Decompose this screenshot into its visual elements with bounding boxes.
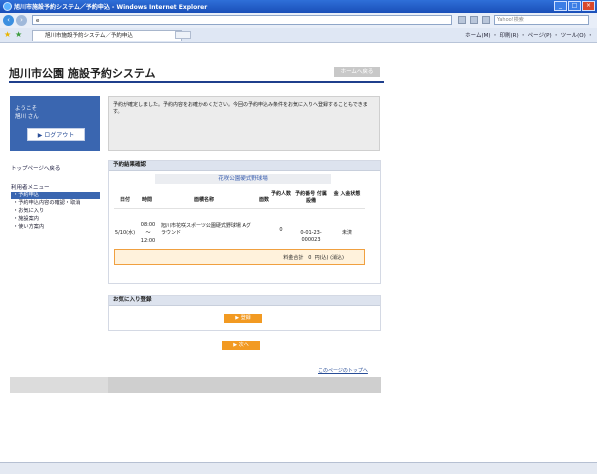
user-name: 旭川 さん bbox=[15, 114, 39, 120]
top-page-link[interactable]: トップページへ戻る bbox=[11, 164, 60, 172]
register-favorite-button[interactable]: ▶ 登録 bbox=[224, 314, 262, 323]
browser-title-bar: 旭川市施設予約システム／予約申込 - Windows Internet Expl… bbox=[0, 0, 597, 13]
logout-button[interactable]: ▶ ログアウト bbox=[27, 128, 85, 141]
col-time: 時間 bbox=[141, 197, 152, 203]
tab-bar: ★ ★ 旭川市施設予約システム／予約申込 ホーム(M) ・ 印刷(R) ・ ペー… bbox=[0, 28, 597, 43]
total-box: 料金合計 0 円(込) (消込) bbox=[114, 249, 365, 265]
total-label: 料金合計 bbox=[283, 255, 304, 261]
col-date: 日付 bbox=[119, 197, 130, 203]
page-content: 旭川市公園 施設予約システム ホームへ戻る ようこそ 旭川 さん ▶ ログアウト… bbox=[0, 43, 597, 462]
sidebar-item-favorites[interactable]: ・お気に入り bbox=[11, 208, 100, 215]
col-status: 金 入金状態 bbox=[333, 191, 361, 197]
sidebar-item-facility-guide[interactable]: ・施設案内 bbox=[11, 216, 100, 223]
cell-date: 5/10(水) bbox=[114, 230, 136, 236]
result-panel: 予約結果確認 花咲公園硬式野球場 日付 時間 面積名称 面数 予約人数 予約番号… bbox=[108, 160, 381, 284]
total-suffix: 円(込) (消込) bbox=[314, 255, 344, 261]
refresh-icon[interactable] bbox=[458, 16, 466, 24]
cell-time: 08:00 ～ 12:00 bbox=[140, 222, 156, 244]
address-bar-row: ‹ › e Yahoo!検索 bbox=[0, 13, 597, 29]
cell-number: 0-01-23-000023 bbox=[300, 230, 322, 243]
add-favorite-icon[interactable]: ★ bbox=[15, 30, 22, 39]
cell-people: 0 bbox=[279, 227, 283, 233]
table-divider bbox=[114, 208, 365, 209]
col-number: 予約番号 付属設備 bbox=[295, 191, 327, 204]
menu-heading: 利用者メニュー bbox=[11, 185, 50, 191]
cell-area: 旭川市花咲スポーツ公園硬式野球場 Aグラウンド bbox=[161, 223, 251, 236]
total-amount: 料金合計 0 円(込) (消込) bbox=[283, 254, 344, 261]
total-value: 0 bbox=[308, 255, 312, 261]
window-title: 旭川市施設予約システム／予約申込 - Windows Internet Expl… bbox=[14, 4, 208, 11]
title-divider bbox=[9, 81, 384, 83]
footer-left bbox=[10, 377, 108, 393]
maximize-icon[interactable]: □ bbox=[568, 1, 581, 11]
window-controls: _ □ × bbox=[553, 1, 595, 11]
page-title: 旭川市公園 施設予約システム bbox=[9, 67, 156, 80]
col-count: 面数 bbox=[258, 197, 269, 203]
go-icon[interactable] bbox=[482, 16, 490, 24]
page-top-link[interactable]: このページのトップへ bbox=[318, 367, 368, 374]
favorite-panel: お気に入り登録 ▶ 登録 bbox=[108, 295, 381, 331]
result-heading: 予約結果確認 bbox=[109, 161, 380, 171]
back-icon[interactable]: ‹ bbox=[3, 15, 14, 26]
forward-icon[interactable]: › bbox=[16, 15, 27, 26]
sidebar-item-usage-guide[interactable]: ・使い方案内 bbox=[11, 224, 100, 231]
message-text: 予約が確定しました。予約内容をお確かめください。今回の予約申込み条件をお気に入り… bbox=[113, 102, 368, 115]
new-tab-button[interactable] bbox=[175, 31, 191, 39]
welcome-text: ようこそ bbox=[15, 106, 38, 112]
command-bar[interactable]: ホーム(M) ・ 印刷(R) ・ ページ(P) ・ ツール(O) ・ bbox=[465, 31, 593, 39]
col-area: 面積名称 bbox=[193, 197, 214, 203]
welcome-box: ようこそ 旭川 さん ▶ ログアウト bbox=[10, 96, 100, 151]
cell-status: 未済 bbox=[341, 230, 352, 236]
browser-tab[interactable]: 旭川市施設予約システム／予約申込 bbox=[32, 30, 182, 41]
facility-name: 花咲公園硬式野球場 bbox=[155, 174, 331, 184]
stop-icon[interactable] bbox=[470, 16, 478, 24]
sidebar-item-reservation[interactable]: ・予約申込 bbox=[11, 192, 100, 199]
search-input[interactable]: Yahoo!検索 bbox=[494, 15, 589, 25]
favorite-heading: お気に入り登録 bbox=[109, 296, 380, 306]
status-bar bbox=[0, 462, 597, 474]
ie-icon bbox=[3, 2, 12, 11]
address-input[interactable]: e bbox=[32, 15, 452, 25]
favorites-star-icon[interactable]: ★ bbox=[4, 30, 11, 39]
sidebar-item-confirm-cancel[interactable]: ・予約申込内容の確認・取消 bbox=[11, 200, 100, 207]
minimize-icon[interactable]: _ bbox=[554, 1, 567, 11]
col-people: 予約人数 bbox=[271, 191, 292, 197]
close-icon[interactable]: × bbox=[582, 1, 595, 11]
next-button[interactable]: ▶ 次へ bbox=[222, 341, 260, 350]
home-button[interactable]: ホームへ戻る bbox=[334, 67, 380, 77]
footer-bar bbox=[108, 377, 381, 393]
confirmation-message: 予約が確定しました。予約内容をお確かめください。今回の予約申込み条件をお気に入り… bbox=[108, 96, 380, 151]
